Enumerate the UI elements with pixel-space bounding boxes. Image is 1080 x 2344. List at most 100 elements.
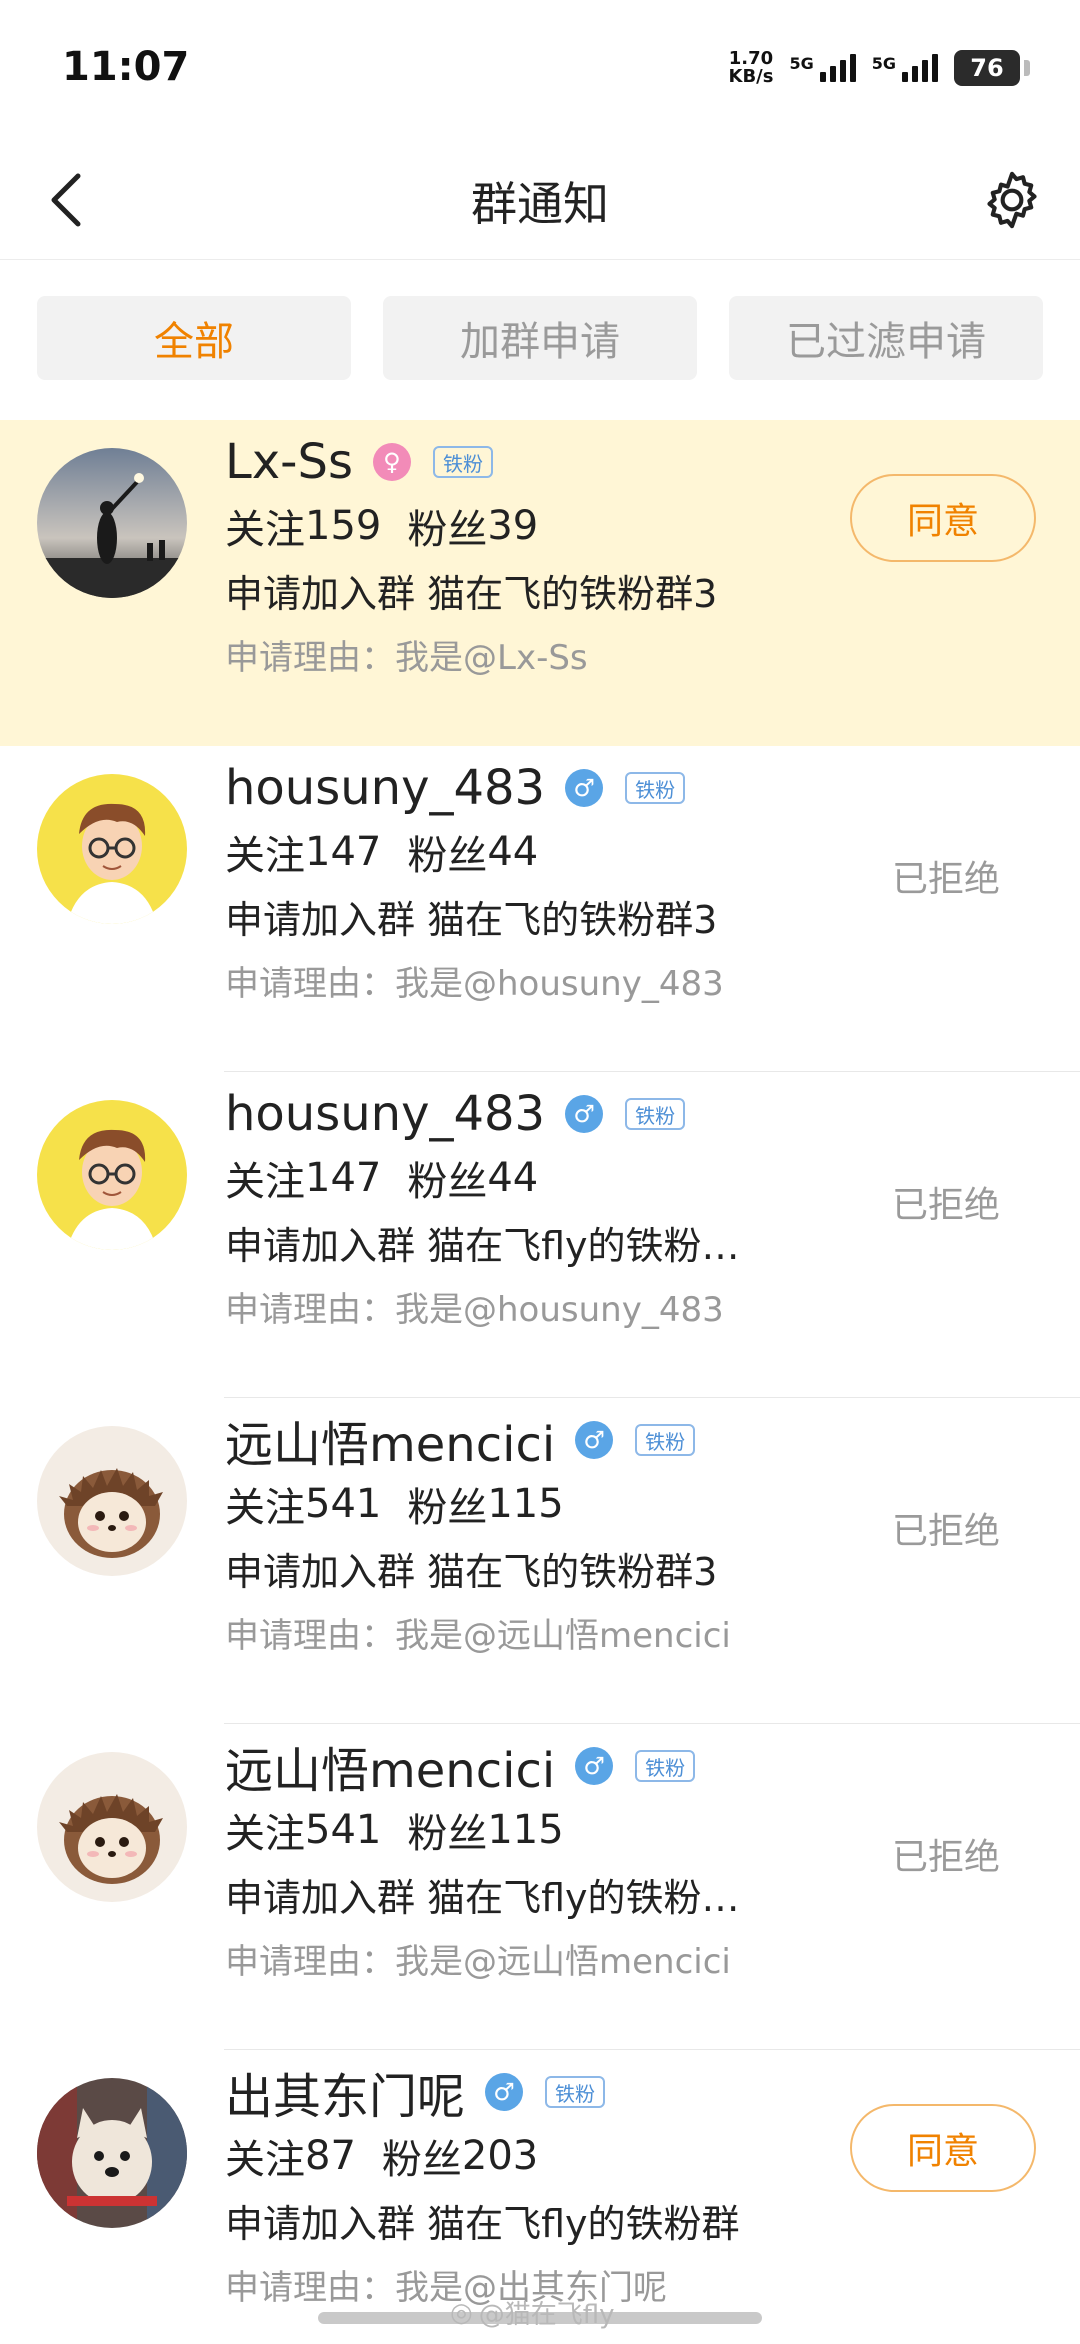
apply-text: 申请加入群 猫在飞的铁粉群3 <box>225 1549 718 1594</box>
male-gender-icon: ♂ <box>485 2073 524 2111</box>
tab-join-requests[interactable]: 加群申请 <box>383 296 697 380</box>
fans-label: 粉丝 <box>407 1485 488 1531</box>
rejected-status: 已拒绝 <box>891 1185 1000 1226</box>
follow-count: 147 <box>305 829 382 875</box>
user-stats: 关注 87 粉丝 203 <box>225 2124 880 2188</box>
avatar[interactable] <box>37 2078 187 2228</box>
agree-button[interactable]: 同意 <box>850 2104 1036 2192</box>
fans-count: 115 <box>487 1481 564 1527</box>
follow-count: 541 <box>305 1481 382 1527</box>
follow-label: 关注 <box>225 2137 305 2183</box>
item-body: Lx-Ss ♀ 铁粉 关注 159 粉丝 39 申请加入群 猫在飞的铁粉群3 申… <box>225 430 880 686</box>
user-name[interactable]: housuny_483 <box>225 760 545 816</box>
user-stats: 关注 147 粉丝 44 <box>225 1146 880 1210</box>
battery-icon: 76 <box>954 50 1030 86</box>
fans-count: 44 <box>487 829 539 875</box>
list-item[interactable]: Lx-Ss ♀ 铁粉 关注 159 粉丝 39 申请加入群 猫在飞的铁粉群3 申… <box>0 420 1080 746</box>
avatar[interactable] <box>37 1752 187 1902</box>
fans-label: 粉丝 <box>381 2137 462 2183</box>
apply-text: 申请加入群 猫在飞的铁粉群3 <box>225 571 718 616</box>
rejected-status: 已拒绝 <box>891 1511 1000 1552</box>
fan-badge: 铁粉 <box>635 1424 696 1456</box>
male-gender-icon: ♂ <box>575 1747 614 1785</box>
list-item[interactable]: housuny_483 ♂ 铁粉 关注 147 粉丝 44 申请加入群 猫在飞的… <box>0 746 1080 1072</box>
gear-icon <box>987 171 1037 229</box>
item-body: 出其东门呢 ♂ 铁粉 关注 87 粉丝 203 申请加入群 猫在飞fly的铁粉群… <box>225 2060 880 2316</box>
list-item[interactable]: housuny_483 ♂ 铁粉 关注 147 粉丝 44 申请加入群 猫在飞f… <box>0 1072 1080 1398</box>
notification-list: Lx-Ss ♀ 铁粉 关注 159 粉丝 39 申请加入群 猫在飞的铁粉群3 申… <box>0 420 1080 2344</box>
user-stats: 关注 541 粉丝 115 <box>225 1472 880 1536</box>
apply-text: 申请加入群 猫在飞fly的铁粉群 <box>225 2201 740 2246</box>
user-name[interactable]: 远山悟mencici <box>225 1405 555 1475</box>
follow-label: 关注 <box>225 1485 305 1531</box>
page-title: 群通知 <box>471 177 609 231</box>
follow-label: 关注 <box>225 1811 305 1857</box>
filter-tabs: 全部 加群申请 已过滤申请 <box>37 296 1043 380</box>
apply-reason: 申请理由：我是@housuny_483 <box>225 1289 724 1330</box>
male-gender-icon: ♂ <box>565 1095 604 1133</box>
fan-badge: 铁粉 <box>625 772 686 804</box>
follow-count: 87 <box>305 2133 356 2179</box>
tab-all[interactable]: 全部 <box>37 296 351 380</box>
network-speed: 1.70 KB/s <box>729 50 774 86</box>
status-icons: 1.70 KB/s 5G 5G 76 <box>729 46 1030 90</box>
watermark-text: @猫在飞fly <box>478 2300 615 2330</box>
fans-count: 115 <box>487 1807 564 1853</box>
user-stats: 关注 541 粉丝 115 <box>225 1798 880 1862</box>
list-item[interactable]: 远山悟mencici ♂ 铁粉 关注 541 粉丝 115 申请加入群 猫在飞的… <box>0 1398 1080 1724</box>
female-gender-icon: ♀ <box>372 443 411 481</box>
avatar[interactable] <box>37 448 187 598</box>
fan-badge: 铁粉 <box>432 446 493 478</box>
user-name[interactable]: 远山悟mencici <box>225 1731 555 1801</box>
item-body: 远山悟mencici ♂ 铁粉 关注 541 粉丝 115 申请加入群 猫在飞的… <box>225 1408 880 1664</box>
apply-reason: 申请理由：我是@远山悟mencici <box>225 1941 731 1982</box>
tab-filtered-requests[interactable]: 已过滤申请 <box>729 296 1043 380</box>
signal-icon: 5G <box>872 54 938 82</box>
nav-header: 群通知 <box>0 140 1080 260</box>
apply-reason: 申请理由：我是@housuny_483 <box>225 963 724 1004</box>
fans-count: 44 <box>487 1155 539 1201</box>
user-name[interactable]: housuny_483 <box>225 1086 545 1142</box>
sim1-label: 5G <box>789 54 814 73</box>
status-time: 11:07 <box>62 44 190 90</box>
user-stats: 关注 159 粉丝 39 <box>225 494 880 558</box>
fan-badge: 铁粉 <box>625 1098 686 1130</box>
network-speed-unit: KB/s <box>728 66 774 87</box>
follow-label: 关注 <box>225 507 305 553</box>
apply-text: 申请加入群 猫在飞fly的铁粉… <box>225 1875 740 1920</box>
avatar[interactable] <box>37 1426 187 1576</box>
fans-label: 粉丝 <box>407 507 488 553</box>
weibo-logo-icon: ◎ <box>450 2297 473 2328</box>
follow-label: 关注 <box>225 833 305 879</box>
list-item[interactable]: 远山悟mencici ♂ 铁粉 关注 541 粉丝 115 申请加入群 猫在飞f… <box>0 1724 1080 2050</box>
follow-count: 541 <box>305 1807 382 1853</box>
male-gender-icon: ♂ <box>575 1421 614 1459</box>
male-gender-icon: ♂ <box>565 769 604 807</box>
rejected-status: 已拒绝 <box>891 859 1000 900</box>
page: 11:07 1.70 KB/s 5G 5G 76 群通知 全部 加群申请 已过滤… <box>0 0 1080 2344</box>
fans-label: 粉丝 <box>407 1811 488 1857</box>
fans-count: 39 <box>487 503 539 549</box>
fans-label: 粉丝 <box>407 1159 488 1205</box>
sim2-label: 5G <box>871 54 896 73</box>
rejected-status: 已拒绝 <box>891 1837 1000 1878</box>
follow-count: 159 <box>305 503 382 549</box>
follow-label: 关注 <box>225 1159 305 1205</box>
status-bar: 11:07 1.70 KB/s 5G 5G 76 <box>0 0 1080 140</box>
agree-button[interactable]: 同意 <box>850 474 1036 562</box>
apply-text: 申请加入群 猫在飞fly的铁粉… <box>225 1223 740 1268</box>
avatar[interactable] <box>37 1100 187 1250</box>
apply-text: 申请加入群 猫在飞的铁粉群3 <box>225 897 718 942</box>
apply-reason: 申请理由：我是@Lx-Ss <box>225 637 588 678</box>
watermark: ◎ @猫在飞fly <box>450 2294 614 2331</box>
settings-button[interactable] <box>972 160 1052 240</box>
user-name[interactable]: 出其东门呢 <box>225 2057 465 2127</box>
signal-icon: 5G <box>789 54 856 82</box>
item-body: housuny_483 ♂ 铁粉 关注 147 粉丝 44 申请加入群 猫在飞f… <box>225 1082 880 1338</box>
fan-badge: 铁粉 <box>545 2076 606 2108</box>
apply-reason: 申请理由：我是@远山悟mencici <box>225 1615 731 1656</box>
user-name[interactable]: Lx-Ss <box>225 434 353 490</box>
user-stats: 关注 147 粉丝 44 <box>225 820 880 884</box>
avatar[interactable] <box>37 774 187 924</box>
fan-badge: 铁粉 <box>635 1750 696 1782</box>
